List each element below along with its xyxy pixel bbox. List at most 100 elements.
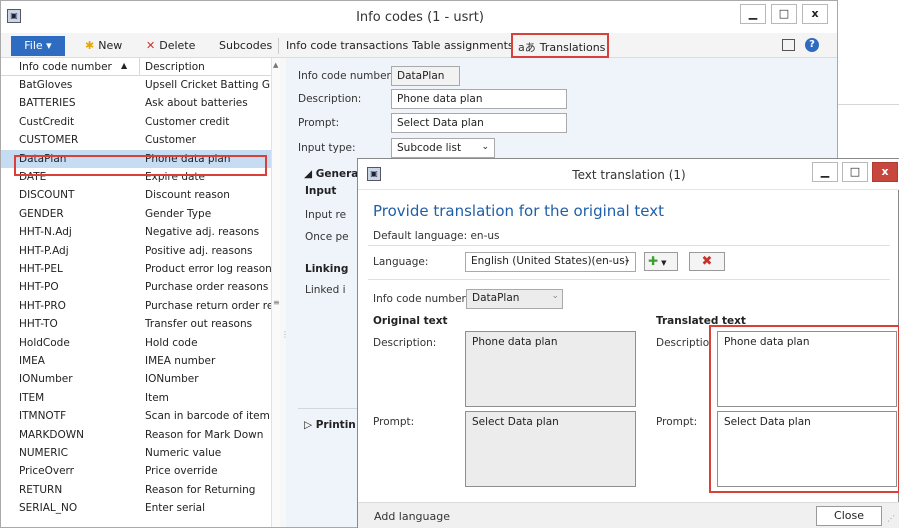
language-select[interactable]: English (United States)(en-us) ⌄ <box>465 252 636 272</box>
dropdown-arrow-icon: ▼ <box>661 259 667 267</box>
subcodes-button[interactable]: Subcodes <box>219 39 272 52</box>
table-row[interactable]: RETURN Reason for Returning <box>1 481 271 499</box>
chevron-down-icon: ⌄ <box>623 255 631 265</box>
table-row[interactable]: ITMNOTF Scan in barcode of item no <box>1 407 271 425</box>
linking-group-label: Linking <box>305 263 349 275</box>
info-code-cell: BATTERIES <box>19 97 76 110</box>
language-label: Language: <box>373 256 429 268</box>
prompt-label: Prompt: <box>298 117 340 129</box>
table-row[interactable]: DISCOUNT Discount reason <box>1 186 271 204</box>
dialog-info-code-field[interactable]: DataPlan ⌄ <box>466 289 563 309</box>
dialog-close-button[interactable]: x <box>872 162 898 182</box>
grid-rows: BatGloves Upsell Cricket Batting Glov BATT… <box>1 76 271 527</box>
info-code-cell: HoldCode <box>19 336 70 349</box>
column-header-info-code[interactable]: Info code number <box>19 61 112 73</box>
table-row[interactable]: PriceOverr Price override <box>1 462 271 480</box>
delete-button[interactable]: ✕ Delete <box>146 39 195 52</box>
once-per-label: Once pe <box>305 231 349 243</box>
table-row[interactable]: GENDER Gender Type <box>1 205 271 223</box>
description-cell: Customer <box>145 134 197 147</box>
info-code-cell: MARKDOWN <box>19 428 85 441</box>
table-row[interactable]: HHT-PO Purchase order reasons <box>1 278 271 296</box>
dialog-close-action[interactable]: Close <box>816 506 882 526</box>
description-cell: Enter serial <box>145 502 206 515</box>
grid-scrollbar[interactable]: ▲ ≡ <box>271 58 280 527</box>
description-field[interactable]: Phone data plan <box>391 89 567 109</box>
add-icon: ✚ <box>648 254 659 268</box>
info-code-cell: GENDER <box>19 207 64 220</box>
description-label: Description: <box>298 93 362 105</box>
layout-icon[interactable] <box>782 39 795 51</box>
help-icon[interactable]: ? <box>805 38 819 52</box>
general-section-header[interactable]: ◢ Genera <box>304 168 358 180</box>
add-language-button[interactable]: ✚ ▼ <box>644 252 678 271</box>
dialog-divider <box>368 245 890 246</box>
description-cell: Item <box>145 391 169 404</box>
dialog-maximize-button[interactable]: □ <box>842 162 868 182</box>
scroll-up-icon[interactable]: ▲ <box>273 61 278 69</box>
description-cell: IONumber <box>145 373 199 386</box>
description-cell: Customer credit <box>145 115 230 128</box>
info-code-cell: NUMERIC <box>19 447 68 459</box>
description-cell: Reason for Returning <box>145 483 256 496</box>
description-cell: Hold code <box>145 336 198 349</box>
linked-info-label: Linked i <box>305 284 346 296</box>
info-code-field[interactable]: DataPlan <box>391 66 460 86</box>
description-cell: Negative adj. reasons <box>145 226 260 239</box>
info-code-cell: HHT-TO <box>19 318 58 331</box>
delete-icon: ✕ <box>146 39 156 52</box>
table-row[interactable]: CUSTOMER Customer <box>1 131 271 149</box>
info-code-cell: BatGloves <box>19 79 73 91</box>
table-row[interactable]: CustCredit Customer credit <box>1 113 271 131</box>
close-button[interactable]: x <box>802 4 828 24</box>
table-row[interactable]: HHT-P.Adj Positive adj. reasons <box>1 242 271 260</box>
table-row[interactable]: BATTERIES Ask about batteries <box>1 94 271 112</box>
table-row[interactable]: HHT-PRO Purchase return order reas <box>1 297 271 315</box>
prompt-field[interactable]: Select Data plan <box>391 113 567 133</box>
table-row[interactable]: BatGloves Upsell Cricket Batting Glov <box>1 76 271 94</box>
input-type-label: Input type: <box>298 142 356 154</box>
info-code-label: Info code number: <box>298 70 395 82</box>
maximize-button[interactable]: □ <box>771 4 797 24</box>
description-cell: Purchase return order reas <box>145 299 271 312</box>
table-row[interactable]: HHT-TO Transfer out reasons <box>1 315 271 333</box>
info-code-cell: SERIAL_NO <box>19 502 78 515</box>
table-assignments-button[interactable]: Table assignments <box>412 39 514 52</box>
column-header-description[interactable]: Description <box>145 61 205 73</box>
resize-grip-icon[interactable]: ⋰ <box>887 514 895 523</box>
description-cell: Reason for Mark Down <box>145 428 264 441</box>
table-row[interactable]: MARKDOWN Reason for Mark Down <box>1 426 271 444</box>
info-code-cell: CUSTOMER <box>19 134 79 147</box>
description-cell: Purchase order reasons <box>145 281 269 294</box>
table-row[interactable]: ITEM Item <box>1 389 271 407</box>
table-row[interactable]: IONumber IONumber <box>1 370 271 388</box>
table-row[interactable]: IMEA IMEA number <box>1 352 271 370</box>
ribbon-separator <box>278 38 279 54</box>
table-row[interactable]: HHT-N.Adj Negative adj. reasons <box>1 223 271 241</box>
dialog-minimize-button[interactable]: ▁ <box>812 162 838 182</box>
file-menu-button[interactable]: File ▾ <box>11 36 65 56</box>
description-cell: Discount reason <box>145 189 230 202</box>
dataplan-row-highlight <box>14 155 267 176</box>
table-row[interactable]: SERIAL_NO Enter serial <box>1 499 271 517</box>
info-code-transactions-button[interactable]: Info code transactions <box>286 39 408 52</box>
translate-icon: aあ <box>518 41 536 54</box>
table-row[interactable]: HHT-PEL Product error log reasons <box>1 260 271 278</box>
table-row[interactable]: NUMERIC Numeric value <box>1 444 271 462</box>
info-code-cell: ITMNOTF <box>19 410 67 423</box>
info-code-cell: DISCOUNT <box>19 189 75 202</box>
minimize-button[interactable]: ▁ <box>740 4 766 24</box>
description-cell: Scan in barcode of item no <box>145 410 271 423</box>
add-language-link[interactable]: Add language <box>374 510 450 523</box>
printing-section-header[interactable]: ▷ Printin <box>304 419 356 431</box>
table-row[interactable]: HoldCode Hold code <box>1 334 271 352</box>
input-type-select[interactable]: Subcode list ⌄ <box>391 138 495 158</box>
remove-language-button[interactable]: ✖ <box>689 252 725 271</box>
translations-button[interactable]: aあ Translations <box>518 39 605 55</box>
input-required-label: Input re <box>305 209 347 221</box>
scroll-grip-icon[interactable]: ≡ <box>273 298 280 307</box>
chevron-down-icon: ⌄ <box>481 142 489 152</box>
description-cell: Gender Type <box>145 207 212 220</box>
new-button[interactable]: ✱ New <box>85 39 122 52</box>
description-cell: Positive adj. reasons <box>145 244 253 257</box>
